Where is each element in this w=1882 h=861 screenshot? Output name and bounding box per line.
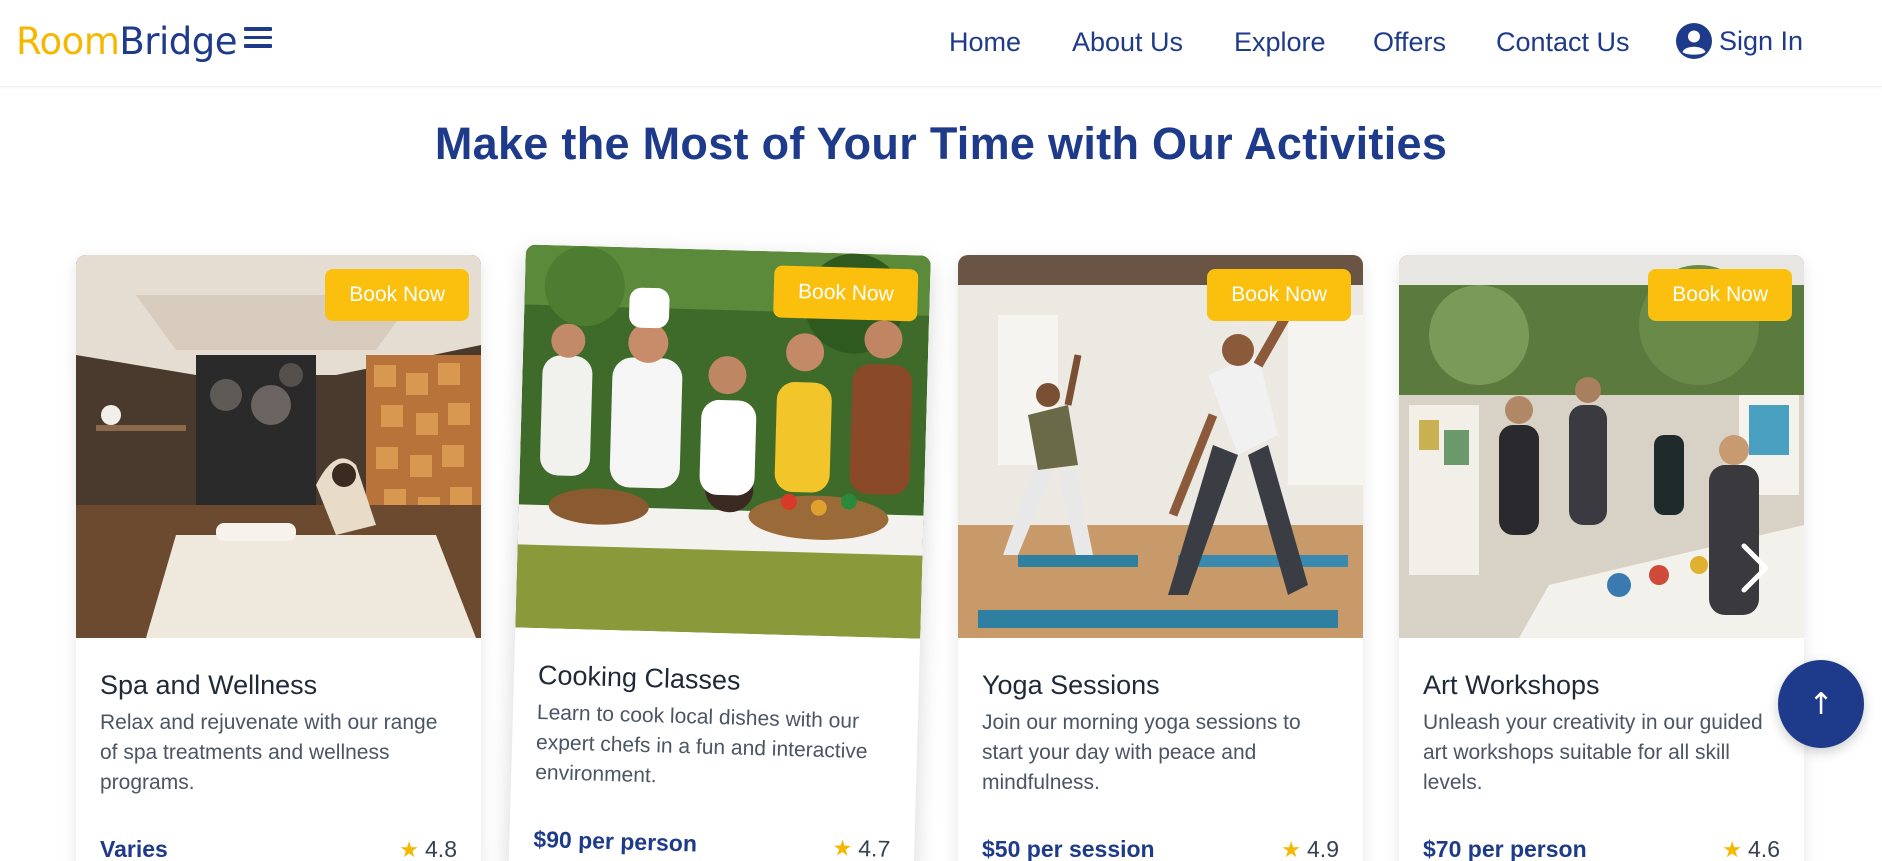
- book-now-button[interactable]: Book Now: [325, 269, 469, 321]
- card-body: Yoga Sessions Join our morning yoga sess…: [982, 638, 1339, 861]
- nav-contact-us[interactable]: Contact Us: [1496, 22, 1630, 62]
- section-title: Make the Most of Your Time with Our Acti…: [434, 118, 1448, 169]
- card-price: $70 per person: [1423, 836, 1587, 861]
- card-rating: ★ 4.9: [1281, 836, 1339, 861]
- site-header: RoomBridge Home About Us Explore Offers …: [0, 0, 1882, 87]
- card-footer: $90 per person ★ 4.7: [533, 826, 891, 861]
- rating-value: 4.9: [1307, 836, 1339, 861]
- card-footer: Varies ★ 4.8: [100, 836, 457, 861]
- yoga-class-photo: Book Now: [958, 255, 1363, 638]
- card-rating: ★ 4.6: [1722, 836, 1780, 861]
- card-footer: $50 per session ★ 4.9: [982, 836, 1339, 861]
- activity-card-cooking: Book Now Cooking Classes Learn to cook l…: [508, 244, 931, 861]
- nav-about-us[interactable]: About Us: [1072, 22, 1183, 62]
- chevron-right-icon[interactable]: [1734, 540, 1774, 596]
- card-description: Relax and rejuvenate with our range of s…: [100, 711, 438, 794]
- book-now-button[interactable]: Book Now: [773, 265, 919, 322]
- sign-in-label: Sign In: [1719, 25, 1804, 56]
- nav-explore[interactable]: Explore: [1234, 22, 1326, 62]
- user-circle-icon: [1676, 23, 1712, 59]
- card-rating: ★ 4.7: [832, 834, 890, 861]
- card-title: Yoga Sessions: [982, 670, 1160, 700]
- sign-in-link[interactable]: Sign In: [1675, 19, 1803, 63]
- activity-card-yoga: Book Now Yoga Sessions Join our morning …: [958, 255, 1363, 861]
- cooking-class-photo: Book Now: [515, 244, 931, 639]
- card-footer: $70 per person ★ 4.6: [1423, 836, 1780, 861]
- rating-value: 4.6: [1748, 836, 1780, 861]
- card-body: Cooking Classes Learn to cook local dish…: [533, 628, 896, 861]
- card-body: Spa and Wellness Relax and rejuvenate wi…: [100, 638, 457, 861]
- card-title: Spa and Wellness: [100, 670, 318, 700]
- brand-logo[interactable]: RoomBridge: [16, 20, 237, 64]
- card-body: Art Workshops Unleash your creativity in…: [1423, 638, 1780, 861]
- nav-offers[interactable]: Offers: [1373, 22, 1446, 62]
- hamburger-menu-icon[interactable]: [244, 27, 276, 53]
- card-price: $90 per person: [533, 825, 698, 857]
- spa-room-photo: Book Now: [76, 255, 481, 638]
- card-title: Art Workshops: [1423, 670, 1600, 700]
- rating-value: 4.8: [425, 836, 457, 861]
- brand-logo-part2: Bridge: [119, 20, 237, 63]
- activity-card-spa: Book Now Spa and Wellness Relax and reju…: [76, 255, 481, 861]
- card-description: Join our morning yoga sessions to start …: [982, 711, 1301, 794]
- nav-home[interactable]: Home: [949, 22, 1021, 62]
- card-title: Cooking Classes: [537, 659, 741, 696]
- book-now-button[interactable]: Book Now: [1207, 269, 1351, 321]
- card-description: Learn to cook local dishes with our expe…: [534, 700, 868, 788]
- scroll-to-top-button[interactable]: ↑: [1778, 660, 1864, 748]
- brand-logo-part1: Room: [16, 20, 120, 63]
- card-price: $50 per session: [982, 836, 1155, 861]
- card-description: Unleash your creativity in our guided ar…: [1423, 711, 1763, 794]
- star-icon: ★: [399, 837, 420, 861]
- star-icon: ★: [1281, 837, 1302, 861]
- star-icon: ★: [832, 835, 853, 861]
- card-rating: ★ 4.8: [399, 836, 457, 861]
- card-price: Varies: [100, 836, 168, 861]
- star-icon: ★: [1722, 837, 1743, 861]
- book-now-button[interactable]: Book Now: [1648, 269, 1792, 321]
- rating-value: 4.7: [857, 834, 891, 861]
